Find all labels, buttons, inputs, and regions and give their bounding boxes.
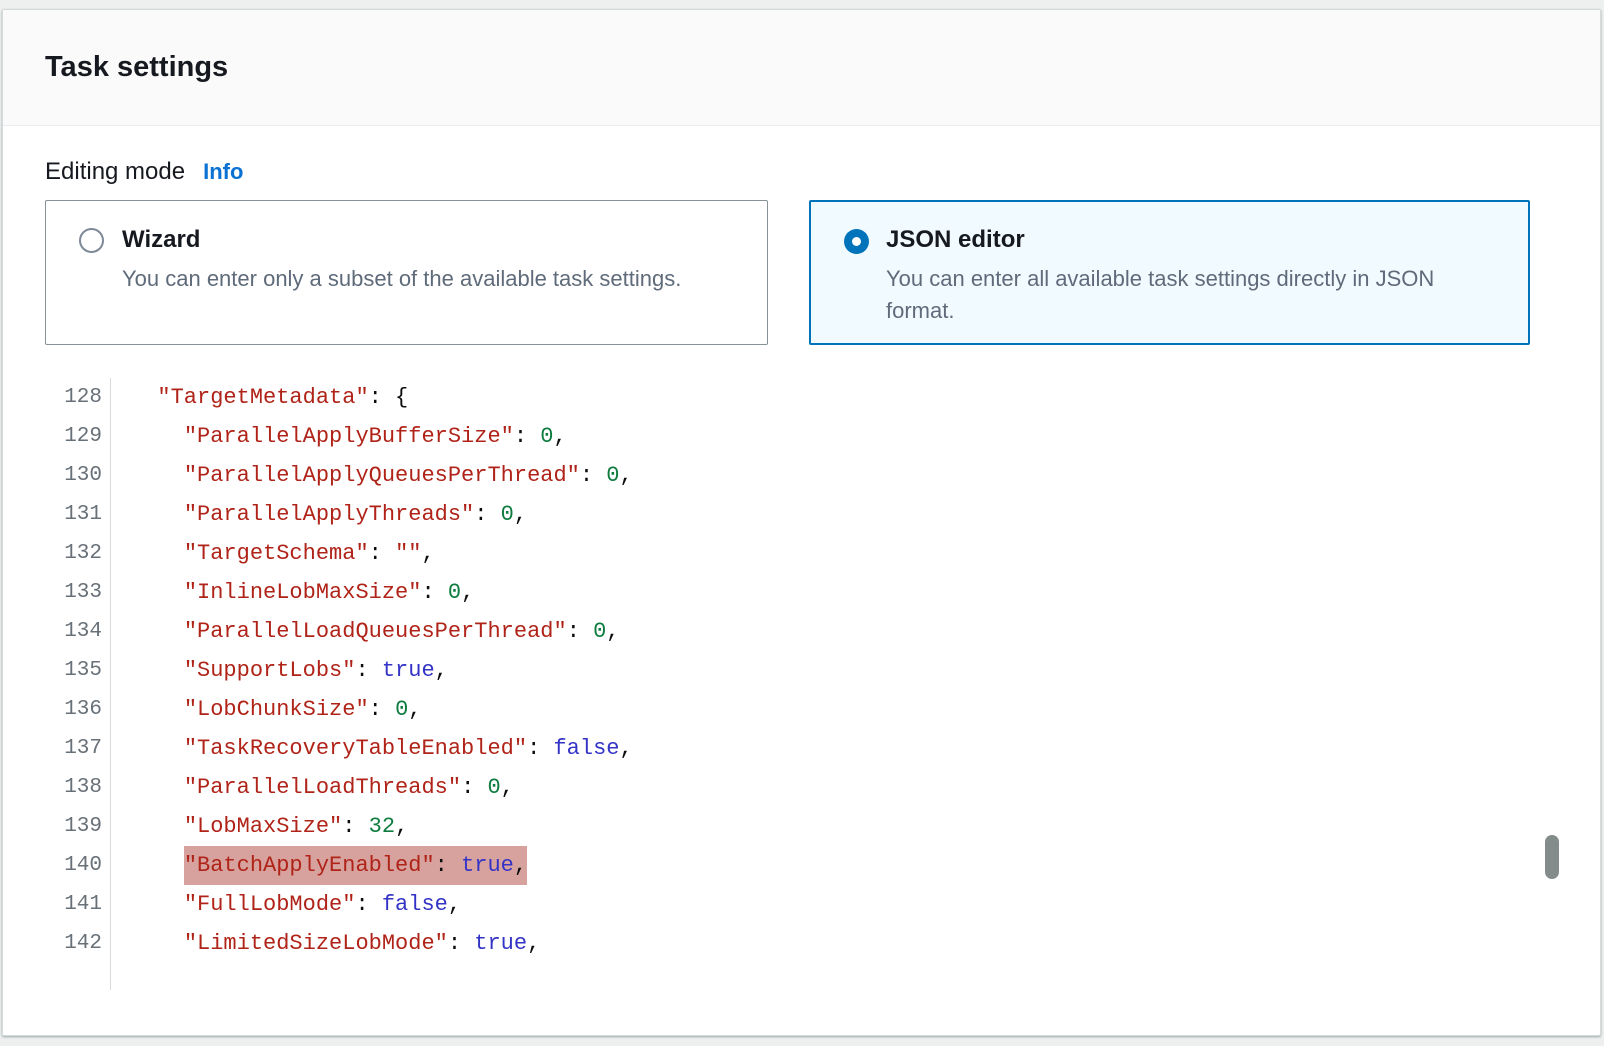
tile-wizard-description: You can enter only a subset of the avail…	[122, 263, 732, 295]
editor-line[interactable]: 140 "BatchApplyEnabled": true,	[45, 846, 1558, 885]
line-number: 136	[45, 690, 111, 729]
code-text: "InlineLobMaxSize": 0,	[111, 573, 474, 612]
editor-line[interactable]: 133 "InlineLobMaxSize": 0,	[45, 573, 1558, 612]
editor-line[interactable]: 134 "ParallelLoadQueuesPerThread": 0,	[45, 612, 1558, 651]
editor-scrollbar-thumb[interactable]	[1545, 835, 1559, 879]
editor-line-stub	[45, 963, 1558, 990]
tile-json-editor[interactable]: JSON editor You can enter all available …	[809, 200, 1530, 345]
line-number: 139	[45, 807, 111, 846]
line-number: 128	[45, 378, 111, 417]
json-editor[interactable]: 128 "TargetMetadata": {129 "ParallelAppl…	[45, 378, 1558, 990]
editor-line[interactable]: 141 "FullLobMode": false,	[45, 885, 1558, 924]
editor-line[interactable]: 137 "TaskRecoveryTableEnabled": false,	[45, 729, 1558, 768]
code-text: "TargetMetadata": {	[111, 378, 408, 417]
task-settings-panel: Task settings Editing mode Info Wizard Y…	[2, 9, 1601, 1036]
radio-unselected-icon[interactable]	[79, 228, 104, 253]
code-text: "FullLobMode": false,	[111, 885, 461, 924]
editor-line[interactable]: 142 "LimitedSizeLobMode": true,	[45, 924, 1558, 963]
editor-line[interactable]: 132 "TargetSchema": "",	[45, 534, 1558, 573]
editor-line[interactable]: 135 "SupportLobs": true,	[45, 651, 1558, 690]
code-text: "ParallelApplyBufferSize": 0,	[111, 417, 567, 456]
tile-wizard-title: Wizard	[122, 225, 743, 255]
line-number: 129	[45, 417, 111, 456]
code-text: "LobChunkSize": 0,	[111, 690, 421, 729]
editor-line[interactable]: 138 "ParallelLoadThreads": 0,	[45, 768, 1558, 807]
line-number: 130	[45, 456, 111, 495]
editor-line[interactable]: 131 "ParallelApplyThreads": 0,	[45, 495, 1558, 534]
code-text: "ParallelApplyQueuesPerThread": 0,	[111, 456, 633, 495]
line-number: 131	[45, 495, 111, 534]
code-lines: 128 "TargetMetadata": {129 "ParallelAppl…	[45, 378, 1558, 963]
editor-line[interactable]: 129 "ParallelApplyBufferSize": 0,	[45, 417, 1558, 456]
line-number: 133	[45, 573, 111, 612]
editing-mode-label: Editing mode	[45, 158, 185, 186]
editor-line[interactable]: 139 "LobMaxSize": 32,	[45, 807, 1558, 846]
code-text: "ParallelLoadThreads": 0,	[111, 768, 514, 807]
radio-selected-icon[interactable]	[844, 229, 869, 254]
code-text: "TaskRecoveryTableEnabled": false,	[111, 729, 633, 768]
tile-json-editor-text: JSON editor You can enter all available …	[886, 225, 1505, 327]
line-number: 135	[45, 651, 111, 690]
code-text: "TargetSchema": "",	[111, 534, 435, 573]
code-text: "LimitedSizeLobMode": true,	[111, 924, 540, 963]
info-link[interactable]: Info	[203, 159, 243, 185]
line-number: 142	[45, 924, 111, 963]
editing-mode-row: Editing mode Info	[45, 158, 1558, 186]
editor-line[interactable]: 128 "TargetMetadata": {	[45, 378, 1558, 417]
panel-body: Editing mode Info Wizard You can enter o…	[3, 126, 1600, 990]
line-number	[45, 963, 111, 990]
tile-wizard[interactable]: Wizard You can enter only a subset of th…	[45, 200, 768, 345]
line-number: 132	[45, 534, 111, 573]
editor-line[interactable]: 136 "LobChunkSize": 0,	[45, 690, 1558, 729]
code-text: "ParallelLoadQueuesPerThread": 0,	[111, 612, 620, 651]
code-text: "BatchApplyEnabled": true,	[111, 846, 527, 885]
editor-line[interactable]: 130 "ParallelApplyQueuesPerThread": 0,	[45, 456, 1558, 495]
tile-json-editor-description: You can enter all available task setting…	[886, 263, 1496, 327]
line-number: 141	[45, 885, 111, 924]
page-title: Task settings	[45, 51, 228, 84]
code-text: "SupportLobs": true,	[111, 651, 448, 690]
line-number: 138	[45, 768, 111, 807]
panel-header: Task settings	[3, 10, 1600, 126]
code-text: "ParallelApplyThreads": 0,	[111, 495, 527, 534]
code-text: "LobMaxSize": 32,	[111, 807, 408, 846]
line-number: 137	[45, 729, 111, 768]
highlighted-code: "BatchApplyEnabled": true,	[184, 846, 527, 885]
line-number: 140	[45, 846, 111, 885]
tile-json-editor-title: JSON editor	[886, 225, 1505, 255]
editing-mode-tiles: Wizard You can enter only a subset of th…	[45, 200, 1558, 345]
tile-wizard-text: Wizard You can enter only a subset of th…	[122, 225, 743, 295]
line-number: 134	[45, 612, 111, 651]
